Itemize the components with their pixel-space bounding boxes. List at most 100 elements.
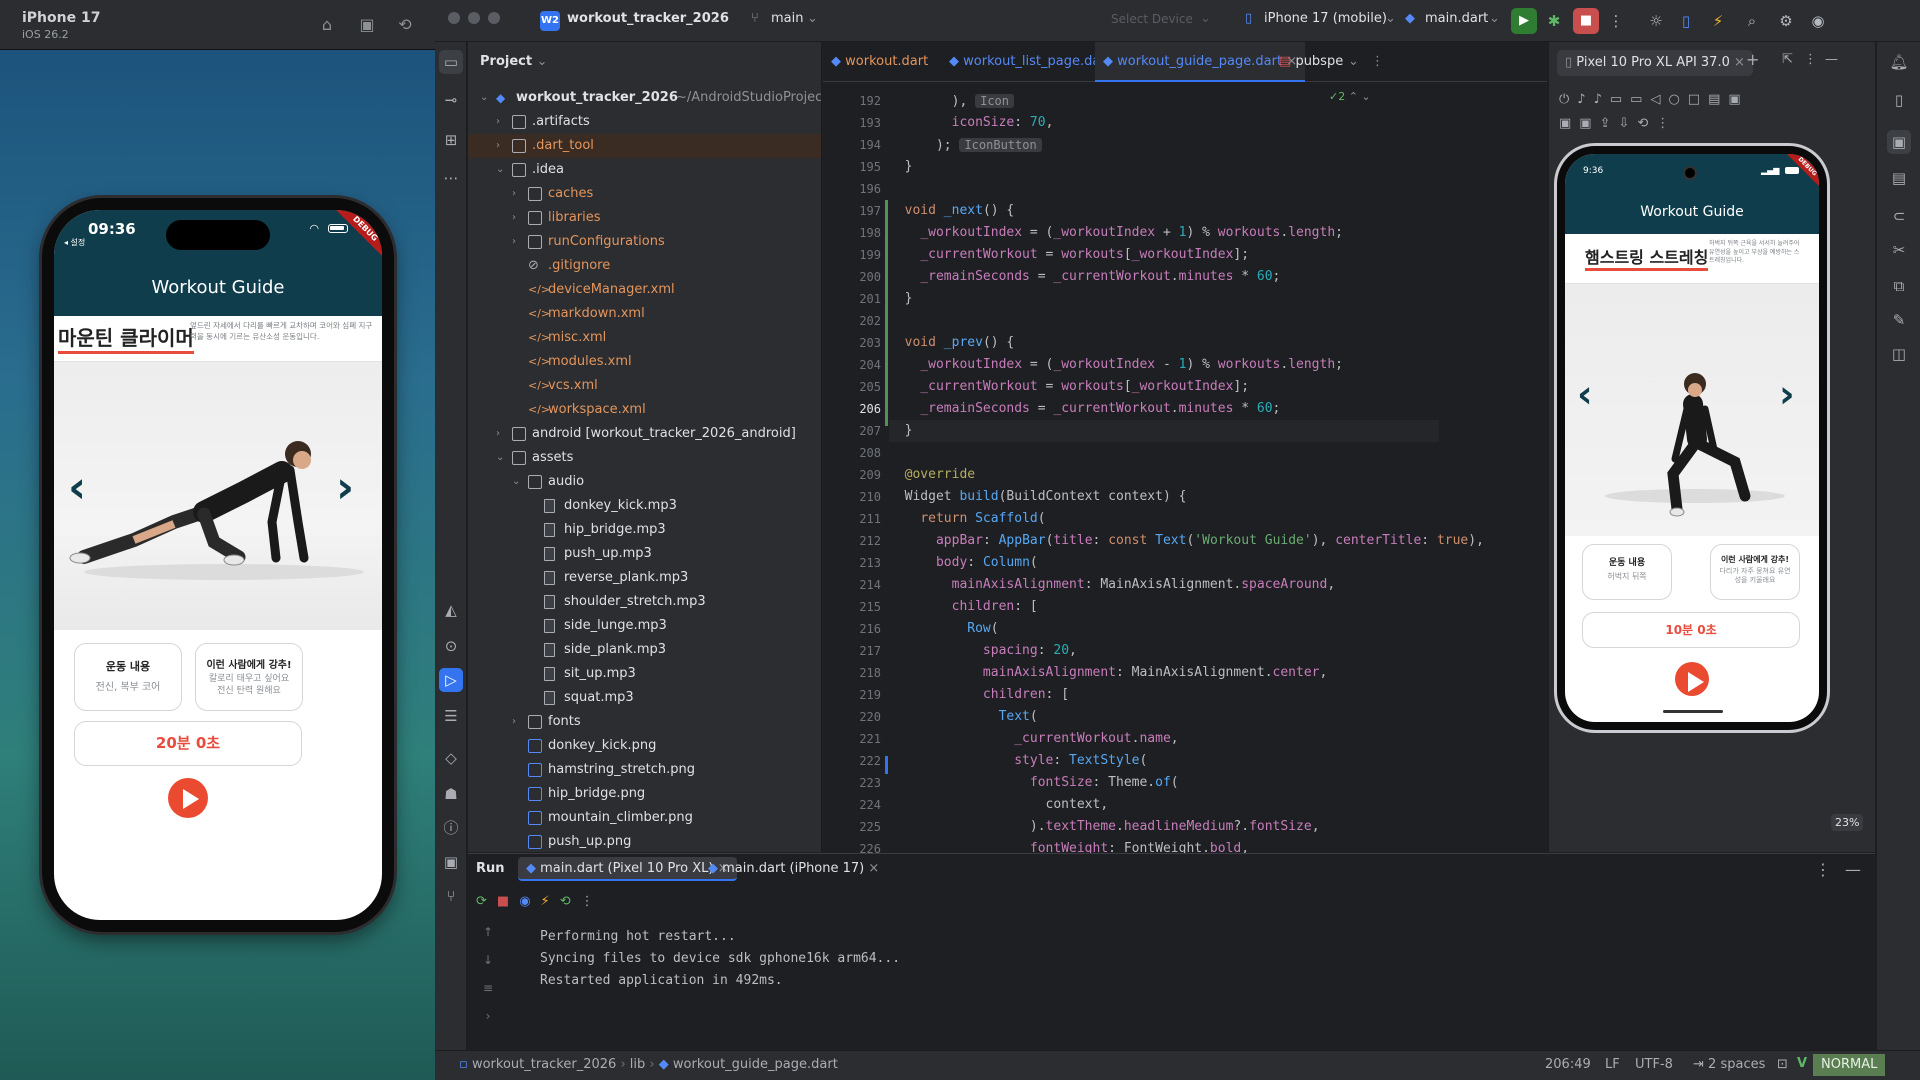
chevron-right-icon[interactable]: › bbox=[496, 134, 508, 158]
run-tool-icon[interactable]: ▷ bbox=[439, 668, 463, 692]
next-workout-button[interactable]: › bbox=[336, 462, 354, 513]
breadcrumb[interactable]: ▫ workout_tracker_2026 › lib › ◆ workout… bbox=[459, 1057, 838, 1072]
tree-item[interactable]: </> markdown.xml bbox=[468, 302, 821, 326]
tree-item[interactable]: › .dart_tool bbox=[468, 134, 821, 158]
device-manager-icon[interactable]: ▯ bbox=[1887, 88, 1911, 112]
hot-reload-icon[interactable]: ⚡ bbox=[1707, 10, 1729, 32]
code-line[interactable] bbox=[889, 442, 1484, 464]
indent-setting[interactable]: ⇥ 2 spaces bbox=[1693, 1057, 1765, 1072]
code-line[interactable]: iconSize: 70, bbox=[889, 112, 1484, 134]
code-line[interactable]: children: [ bbox=[889, 684, 1484, 706]
previous-workout-button[interactable]: ‹ bbox=[1577, 372, 1593, 416]
tab-workout-list-page[interactable]: ◆ workout_list_page.dart bbox=[949, 42, 1111, 82]
tree-item[interactable]: squat.mp3 bbox=[468, 686, 821, 710]
code-line[interactable]: return Scaffold( bbox=[889, 508, 1484, 530]
tree-item[interactable]: </> modules.xml bbox=[468, 350, 821, 374]
structure-tool-icon[interactable]: ⊞ bbox=[439, 128, 463, 152]
run-button[interactable]: ▶ bbox=[1511, 8, 1537, 34]
device-mirror-icon[interactable]: ▯ bbox=[1675, 10, 1697, 32]
code-line[interactable]: } bbox=[889, 156, 1484, 178]
emulator-controls-row2[interactable]: ▣▣⇪⇩⟲⋮ bbox=[1559, 116, 1677, 131]
tree-item[interactable]: › fonts bbox=[468, 710, 821, 734]
notifications-icon[interactable]: 🔔︎ bbox=[1887, 50, 1911, 74]
screenshot-icon[interactable]: ▣ bbox=[356, 14, 378, 36]
hot-restart-icon[interactable]: ⟲ bbox=[560, 894, 581, 909]
chevron-down-icon[interactable]: ⌄ bbox=[496, 158, 508, 182]
code-line[interactable]: _currentWorkout = workouts[_workoutIndex… bbox=[889, 376, 1484, 398]
tree-item[interactable]: </> workspace.xml bbox=[468, 398, 821, 422]
code-line[interactable]: @override bbox=[889, 464, 1484, 486]
minimize-panel-icon[interactable]: — bbox=[1825, 52, 1838, 67]
code-line[interactable]: _workoutIndex = (_workoutIndex - 1) % wo… bbox=[889, 354, 1484, 376]
code-line[interactable]: _remainSeconds = _currentWorkout.minutes… bbox=[889, 266, 1484, 288]
code-line[interactable]: Widget build(BuildContext context) { bbox=[889, 486, 1484, 508]
search-icon[interactable]: ⌕ bbox=[1741, 10, 1763, 32]
panel-menu-icon[interactable]: ⋮ bbox=[1804, 52, 1817, 67]
project-panel-title[interactable]: Project ⌄ bbox=[468, 42, 821, 82]
layout-inspector-icon[interactable]: ◫ bbox=[1887, 342, 1911, 366]
code-line[interactable]: void _prev() { bbox=[889, 332, 1484, 354]
code-line[interactable]: Text( bbox=[889, 706, 1484, 728]
run-menu-icon[interactable]: ⋮ bbox=[1815, 860, 1831, 879]
tree-item[interactable]: hip_bridge.mp3 bbox=[468, 518, 821, 542]
tree-item[interactable]: push_up.png bbox=[468, 830, 821, 852]
close-icon[interactable]: × bbox=[868, 861, 879, 876]
rerun-icon[interactable]: ⟳ bbox=[476, 894, 497, 909]
services-icon[interactable]: ⊙ bbox=[439, 634, 463, 658]
tabs-overflow-icon[interactable]: ⌄ bbox=[1348, 42, 1359, 82]
code-line[interactable] bbox=[889, 178, 1484, 200]
code-line[interactable]: _currentWorkout = workouts[_workoutIndex… bbox=[889, 244, 1484, 266]
more-tools-icon[interactable]: ⋯ bbox=[439, 166, 463, 190]
tree-item[interactable]: donkey_kick.png bbox=[468, 734, 821, 758]
select-device-dropdown[interactable]: Select Device bbox=[1111, 12, 1193, 26]
device-selector[interactable]: iPhone 17 (mobile) bbox=[1264, 11, 1387, 26]
chevron-down-icon[interactable]: ⌄ bbox=[480, 86, 492, 110]
code-line[interactable]: ); IconButton bbox=[889, 134, 1484, 156]
terminal-tool-icon[interactable]: ▣ bbox=[439, 850, 463, 874]
tabs-menu-icon[interactable]: ⋮ bbox=[1371, 42, 1384, 82]
emulator-icon[interactable]: ⧉ bbox=[1887, 274, 1911, 298]
ios-back-to-settings[interactable]: ◂ 설정 bbox=[64, 237, 85, 248]
console-side-tools[interactable]: ↑ ↓ ≡ › bbox=[476, 918, 500, 1030]
tree-item[interactable]: ⊘ .gitignore bbox=[468, 254, 821, 278]
file-encoding[interactable]: UTF-8 bbox=[1635, 1057, 1673, 1072]
tab-workout-dart[interactable]: ◆ workout.dart bbox=[831, 42, 928, 82]
tree-item[interactable]: hamstring_stretch.png bbox=[468, 758, 821, 782]
tree-item[interactable]: </> misc.xml bbox=[468, 326, 821, 350]
add-device-icon[interactable]: + bbox=[1746, 50, 1759, 69]
minimize-panel-icon[interactable]: — bbox=[1845, 860, 1861, 879]
close-window-button[interactable] bbox=[448, 12, 460, 24]
chevron-right-icon[interactable]: › bbox=[512, 710, 524, 734]
tree-item[interactable]: ⌄ assets bbox=[468, 446, 821, 470]
tree-item[interactable]: sit_up.mp3 bbox=[468, 662, 821, 686]
git-tool-icon[interactable]: ⑂ bbox=[439, 884, 463, 908]
edit-icon[interactable]: ✎ bbox=[1887, 308, 1911, 332]
tree-item[interactable]: </> vcs.xml bbox=[468, 374, 821, 398]
tree-item[interactable]: › runConfigurations bbox=[468, 230, 821, 254]
gems-tool-icon[interactable]: ◇ bbox=[439, 746, 463, 770]
tree-item[interactable]: ⌄ ◆ workout_tracker_2026 ~/AndroidStudioPro… bbox=[468, 86, 821, 110]
tree-item[interactable]: shoulder_stretch.mp3 bbox=[468, 590, 821, 614]
code-line[interactable]: mainAxisAlignment: MainAxisAlignment.cen… bbox=[889, 662, 1484, 684]
code-line[interactable]: fontSize: Theme.of( bbox=[889, 772, 1484, 794]
code-line[interactable]: _workoutIndex = (_workoutIndex + 1) % wo… bbox=[889, 222, 1484, 244]
tree-item[interactable]: › libraries bbox=[468, 206, 821, 230]
run-tab-iphone[interactable]: ◆ main.dart (iPhone 17) × bbox=[708, 857, 879, 881]
play-button[interactable] bbox=[168, 778, 208, 818]
branch-selector[interactable]: main bbox=[771, 11, 803, 26]
tree-item[interactable]: hip_bridge.png bbox=[468, 782, 821, 806]
play-button[interactable] bbox=[1675, 662, 1709, 696]
chevron-right-icon[interactable]: › bbox=[512, 206, 524, 230]
tree-item[interactable]: ⌄ audio bbox=[468, 470, 821, 494]
code-line[interactable]: appBar: AppBar(title: const Text('Workou… bbox=[889, 530, 1484, 552]
emulator-controls-row1[interactable]: ⏻♪♪▭▭◁○□▤▣ bbox=[1559, 92, 1749, 107]
run-tab-pixel[interactable]: ◆ main.dart (Pixel 10 Pro XL) × bbox=[518, 857, 737, 881]
flutter-inspector-icon[interactable]: ◭ bbox=[439, 598, 463, 622]
chevron-down-icon[interactable]: ⌄ bbox=[496, 446, 508, 470]
close-icon[interactable]: × bbox=[1734, 55, 1745, 70]
minimize-window-button[interactable] bbox=[468, 12, 480, 24]
emulator-tab[interactable]: ▯ Pixel 10 Pro XL API 37.0 × bbox=[1557, 50, 1753, 76]
code-line[interactable]: body: Column( bbox=[889, 552, 1484, 574]
tree-item[interactable]: › android [workout_tracker_2026_android] bbox=[468, 422, 821, 446]
code-line[interactable]: style: TextStyle( bbox=[889, 750, 1484, 772]
